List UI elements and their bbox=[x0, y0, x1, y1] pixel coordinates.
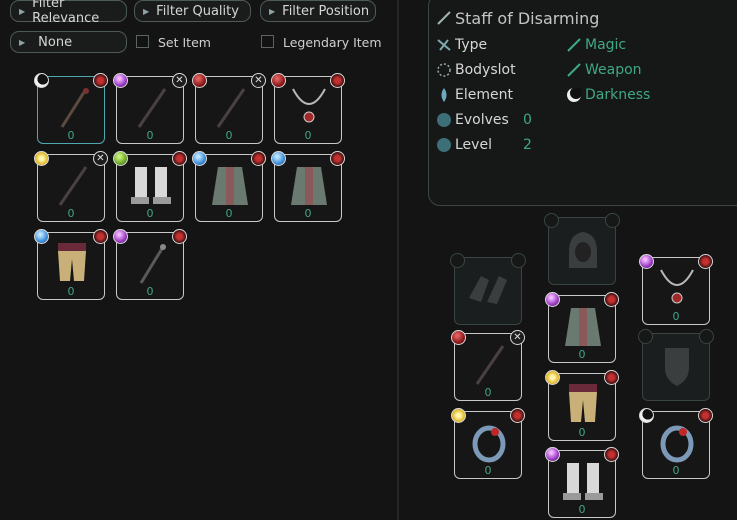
item-count: 0 bbox=[146, 285, 154, 298]
type-label: Type bbox=[455, 37, 488, 53]
staff-icon bbox=[139, 244, 166, 284]
inventory-slot-staff[interactable]: 0 bbox=[34, 73, 108, 144]
item-count: 0 bbox=[225, 207, 233, 220]
equip-slot-pants[interactable]: 0 bbox=[545, 370, 619, 441]
pants-icon bbox=[58, 243, 86, 281]
element-icon bbox=[441, 88, 447, 102]
item-count: 0 bbox=[67, 207, 75, 220]
amulet-icon bbox=[292, 88, 326, 123]
inventory-slot-staff[interactable]: 0 bbox=[113, 229, 187, 300]
ring-icon bbox=[472, 425, 506, 463]
robe-icon bbox=[291, 167, 327, 205]
item-count: 0 bbox=[304, 129, 312, 142]
wand-icon bbox=[567, 38, 581, 52]
equip-slot-ring-right[interactable]: 0 bbox=[639, 408, 713, 479]
inventory-slot-robe[interactable]: 0 bbox=[271, 151, 345, 222]
legendary-item-checkbox[interactable] bbox=[261, 35, 274, 48]
inventory-slot-robe[interactable]: 0 bbox=[192, 151, 266, 222]
filter-none-label: None bbox=[38, 34, 73, 50]
filter-position-label: Filter Position bbox=[282, 3, 370, 19]
filter-relevance-label: Filter Relevance bbox=[32, 0, 100, 26]
triangle-right-icon: ▶ bbox=[19, 6, 26, 16]
equip-slot-shield[interactable] bbox=[638, 329, 714, 401]
item-count: 0 bbox=[67, 285, 75, 298]
evolves-label: Evolves bbox=[455, 112, 509, 128]
equip-slot-robe[interactable]: 0 bbox=[545, 292, 619, 363]
amulet-icon bbox=[660, 269, 694, 304]
item-count: 0 bbox=[146, 129, 154, 142]
staff-icon bbox=[216, 88, 246, 128]
level-value: 2 bbox=[523, 137, 532, 153]
evolves-icon bbox=[437, 113, 451, 127]
panel-divider bbox=[397, 0, 399, 520]
hood-icon bbox=[569, 232, 597, 268]
ring-icon bbox=[660, 425, 694, 463]
equip-slot-gloves[interactable] bbox=[450, 253, 526, 325]
robe-icon bbox=[212, 167, 248, 205]
robe-icon bbox=[565, 308, 601, 346]
item-count: 0 bbox=[484, 464, 492, 477]
sword-icon bbox=[567, 63, 581, 77]
equip-slot-amulet[interactable]: 0 bbox=[639, 254, 713, 325]
inventory-slot-boots[interactable]: 0 bbox=[113, 151, 187, 222]
filter-quality-button[interactable]: ▶ Filter Quality bbox=[134, 0, 251, 22]
filter-none-dropdown[interactable]: ▶ None bbox=[10, 31, 127, 53]
item-count: 0 bbox=[225, 129, 233, 142]
staff-icon bbox=[475, 345, 505, 385]
boots-icon bbox=[563, 463, 603, 500]
equip-slot-weapon[interactable]: ✕ 0 bbox=[451, 330, 525, 401]
gloves-icon bbox=[469, 276, 507, 304]
level-icon bbox=[437, 138, 451, 152]
staff-icon bbox=[60, 88, 89, 128]
item-count: 0 bbox=[672, 310, 680, 323]
equip-slot-hood[interactable] bbox=[544, 213, 620, 285]
type-icon bbox=[437, 39, 451, 51]
element-label: Element bbox=[455, 87, 513, 103]
bodyslot-label: Bodyslot bbox=[455, 62, 516, 78]
item-count: 0 bbox=[578, 503, 586, 516]
triangle-right-icon: ▶ bbox=[143, 6, 150, 16]
set-item-checkbox[interactable] bbox=[136, 35, 149, 48]
item-count: 0 bbox=[484, 386, 492, 399]
inventory-slot-amulet[interactable]: 0 bbox=[271, 73, 345, 144]
item-count: 0 bbox=[578, 426, 586, 439]
item-info-panel bbox=[428, 0, 737, 206]
level-label: Level bbox=[455, 137, 492, 153]
staff-icon bbox=[58, 166, 88, 206]
item-title: Staff of Disarming bbox=[455, 9, 600, 28]
set-item-label: Set Item bbox=[158, 35, 211, 50]
evolves-value: 0 bbox=[523, 112, 532, 128]
item-count: 0 bbox=[578, 348, 586, 361]
triangle-right-icon: ▶ bbox=[19, 37, 26, 47]
bodyslot-icon bbox=[437, 63, 451, 77]
item-count: 0 bbox=[672, 464, 680, 477]
inventory-slot-staff[interactable]: ✕ 0 bbox=[192, 73, 266, 144]
element-value: Darkness bbox=[585, 87, 651, 103]
moon-icon bbox=[567, 87, 582, 102]
item-count: 0 bbox=[146, 207, 154, 220]
filter-quality-label: Filter Quality bbox=[156, 3, 239, 19]
staff-icon bbox=[437, 11, 451, 25]
equip-slot-boots[interactable]: 0 bbox=[545, 447, 619, 518]
item-count: 0 bbox=[67, 129, 75, 142]
filter-position-button[interactable]: ▶ Filter Position bbox=[260, 0, 376, 22]
boots-icon bbox=[131, 167, 171, 204]
pants-icon bbox=[569, 384, 597, 422]
shield-icon bbox=[665, 348, 689, 386]
type-value: Magic bbox=[585, 37, 627, 53]
staff-icon bbox=[137, 88, 167, 128]
inventory-slot-staff[interactable]: ✕ 0 bbox=[113, 73, 187, 144]
equip-slot-ring-left[interactable]: 0 bbox=[451, 408, 525, 479]
inventory-slot-pants[interactable]: 0 bbox=[34, 229, 108, 300]
bodyslot-value: Weapon bbox=[585, 62, 642, 78]
filter-relevance-button[interactable]: ▶ Filter Relevance bbox=[10, 0, 127, 26]
item-count: 0 bbox=[304, 207, 312, 220]
inventory-slot-staff[interactable]: ✕ 0 bbox=[34, 151, 108, 222]
triangle-right-icon: ▶ bbox=[269, 6, 276, 16]
legendary-item-label: Legendary Item bbox=[283, 35, 382, 50]
